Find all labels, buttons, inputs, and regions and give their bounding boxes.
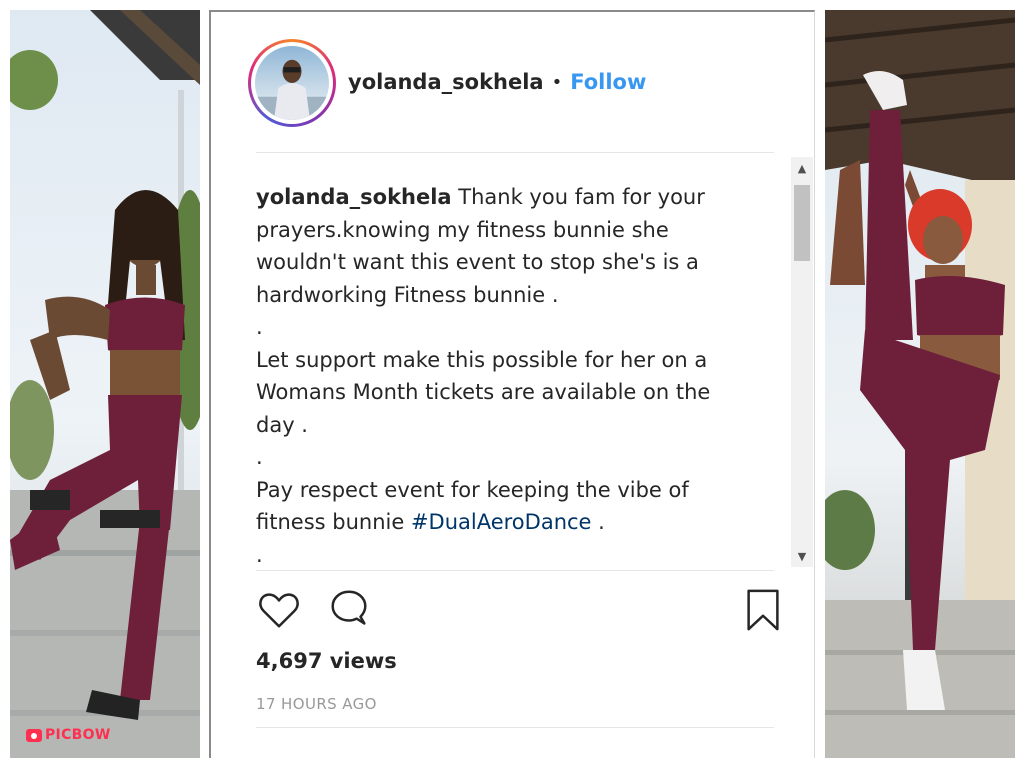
avatar-photo <box>255 46 329 120</box>
watermark-text: PICBOW <box>45 727 111 743</box>
follow-button[interactable]: Follow <box>570 70 646 94</box>
caption-scroll-area[interactable]: yolanda_sokhela Thank you fam for your p… <box>256 157 771 567</box>
caption-line: Womans Month tickets are available on th… <box>256 380 711 404</box>
hashtag-link[interactable]: #DualAeroDance <box>411 510 592 534</box>
comment-icon <box>331 590 367 625</box>
scroll-thumb[interactable] <box>794 185 810 261</box>
heart-icon <box>259 593 299 628</box>
post-username[interactable]: yolanda_sokhela <box>348 70 544 94</box>
comment-button[interactable] <box>326 587 372 633</box>
right-photo <box>825 10 1015 758</box>
left-photo <box>10 10 200 758</box>
caption-line: wouldn't want this event to stop she's i… <box>256 250 699 274</box>
caption-scrollbar[interactable]: ▲ ▼ <box>791 157 813 567</box>
avatar[interactable] <box>248 39 336 127</box>
caption-line: fitness bunnie <box>256 510 411 534</box>
caption-dot: . <box>256 542 263 567</box>
caption-line: hardworking Fitness bunnie . <box>256 282 559 307</box>
caption-line: Let support make this possible for her o… <box>256 347 708 372</box>
instagram-post-panel: yolanda_sokhela • Follow yolanda_sokhela… <box>209 10 815 758</box>
caption-line: . <box>591 510 605 534</box>
separator-dot: • <box>551 71 563 93</box>
camera-icon <box>26 728 42 742</box>
caption-line: prayers.knowing my fitness bunnie she <box>256 217 669 242</box>
picbow-watermark: PICBOW <box>26 727 111 743</box>
post-author-row: yolanda_sokhela • Follow <box>348 70 646 94</box>
view-count[interactable]: 4,697 views <box>256 649 397 673</box>
scroll-down-arrow-icon[interactable]: ▼ <box>791 545 813 567</box>
bookmark-icon <box>747 589 779 631</box>
like-button[interactable] <box>256 587 302 633</box>
caption-divider <box>256 570 774 571</box>
post-caption: yolanda_sokhela Thank you fam for your p… <box>256 157 756 567</box>
caption-dot: . <box>256 445 263 469</box>
caption-line: Thank you fam for your <box>458 185 705 209</box>
post-actions <box>256 587 779 637</box>
caption-line: day . <box>256 412 308 437</box>
scroll-up-arrow-icon[interactable]: ▲ <box>791 157 813 179</box>
post-header: yolanda_sokhela • Follow <box>211 12 814 152</box>
caption-username[interactable]: yolanda_sokhela <box>256 185 452 209</box>
post-timestamp[interactable]: 17 HOURS AGO <box>256 695 377 713</box>
header-divider <box>256 152 774 153</box>
footer-divider <box>256 727 774 728</box>
caption-line: Pay respect event for keeping the vibe o… <box>256 477 689 502</box>
save-button[interactable] <box>740 587 786 633</box>
caption-dot: . <box>256 315 263 339</box>
